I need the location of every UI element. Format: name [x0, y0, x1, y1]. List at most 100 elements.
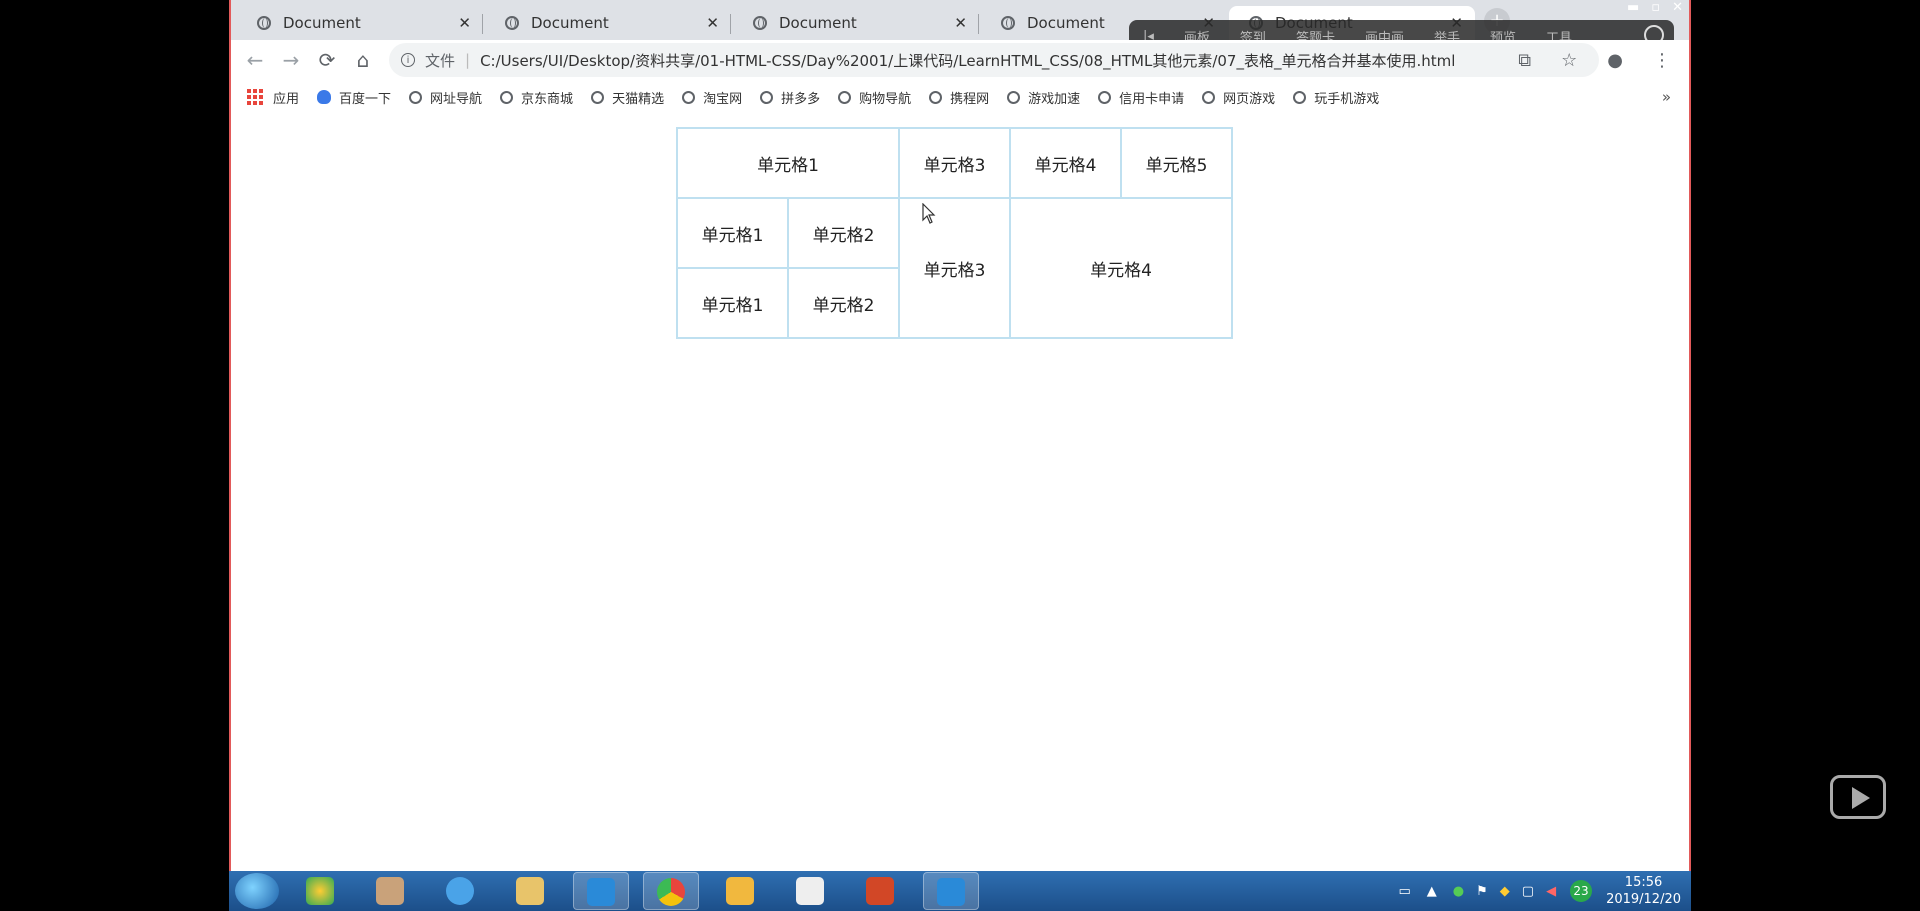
- globe-icon: [753, 16, 767, 30]
- maximize-icon[interactable]: ▫: [1651, 0, 1660, 15]
- forward-button[interactable]: →: [273, 48, 309, 72]
- browser-window: Document ✕ Document ✕ Document ✕ Documen…: [229, 0, 1691, 911]
- avatar-icon: [376, 877, 404, 905]
- account-icon[interactable]: ●: [1607, 50, 1623, 71]
- bookmark-baidu[interactable]: 百度一下: [317, 88, 391, 107]
- menu-icon[interactable]: ⋮: [1653, 50, 1671, 71]
- translate-icon[interactable]: ⧉: [1518, 50, 1531, 71]
- start-button[interactable]: [235, 873, 279, 909]
- table-cell: 单元格5: [1120, 127, 1233, 199]
- bookmark-label: 购物导航: [859, 91, 912, 107]
- bookmark-item[interactable]: 网址导航: [409, 88, 482, 107]
- table-cell: 单元格4: [1009, 127, 1122, 199]
- window-close-icon[interactable]: ✕: [1672, 0, 1683, 15]
- taskbar-app-explorer[interactable]: [503, 872, 559, 910]
- globe-icon: [500, 90, 514, 104]
- bookmark-label: 游戏加速: [1028, 91, 1081, 107]
- vscode-icon: [937, 878, 965, 906]
- folder-icon: [516, 877, 544, 905]
- window-controls: ▬ ▫ ✕: [1627, 0, 1683, 15]
- reload-button[interactable]: ⟳: [309, 48, 345, 72]
- bookmark-label: 百度一下: [339, 91, 392, 107]
- powerpoint-icon: [866, 877, 894, 905]
- tray-expand-icon[interactable]: ▲: [1427, 884, 1437, 899]
- minimize-icon[interactable]: ▬: [1627, 0, 1639, 15]
- close-icon[interactable]: ✕: [954, 14, 967, 32]
- home-button[interactable]: ⌂: [345, 48, 381, 72]
- globe-icon: [682, 90, 696, 104]
- taskbar-app-vscode-2[interactable]: [923, 872, 979, 910]
- play-logo-icon: [1830, 775, 1886, 819]
- url-text[interactable]: C:/Users/UI/Desktop/资料共享/01-HTML-CSS/Day…: [480, 50, 1455, 71]
- page-content: 单元格1 单元格3 单元格4 单元格5 单元格1 单元格2 单元格3 单元格4 …: [229, 114, 1691, 871]
- taskbar-app-chat[interactable]: [293, 872, 349, 910]
- bookmark-label: 拼多多: [781, 91, 821, 107]
- recording-frame-right: [1689, 0, 1691, 871]
- recording-frame-left: [229, 0, 231, 871]
- taskbar-app-powerpoint[interactable]: [853, 872, 909, 910]
- star-icon[interactable]: ☆: [1561, 50, 1577, 71]
- bookmark-item[interactable]: 拼多多: [760, 88, 820, 107]
- baidu-paw-icon: [317, 90, 332, 104]
- tab-document-2[interactable]: Document ✕: [485, 6, 731, 40]
- table-cell: 单元格2: [787, 267, 900, 339]
- close-icon[interactable]: ✕: [458, 14, 471, 32]
- table-cell: 单元格1: [676, 197, 789, 269]
- bookmark-item[interactable]: 信用卡申请: [1098, 88, 1184, 107]
- toolbar-icons: ⧉ ☆ ● ⋮: [1518, 50, 1671, 71]
- bookmark-item[interactable]: 京东商城: [500, 88, 573, 107]
- globe-icon: [1098, 90, 1112, 104]
- taskbar-app-calendar[interactable]: [713, 872, 769, 910]
- bookmark-apps[interactable]: 应用: [247, 88, 299, 107]
- keyboard-icon[interactable]: ▭: [1398, 884, 1410, 899]
- taskbar-app-typora[interactable]: [783, 872, 839, 910]
- bookmark-label: 信用卡申请: [1119, 91, 1185, 107]
- display-icon[interactable]: ▢: [1522, 884, 1534, 899]
- globe-icon: [409, 90, 423, 104]
- bookmark-item[interactable]: 携程网: [929, 88, 989, 107]
- bookmark-label: 应用: [273, 91, 300, 107]
- clock-date: 2019/12/20: [1606, 892, 1681, 907]
- table-cell: 单元格1: [676, 267, 789, 339]
- globe-icon: [1001, 16, 1015, 30]
- tab-document-3[interactable]: Document ✕: [733, 6, 979, 40]
- close-icon[interactable]: ✕: [706, 14, 719, 32]
- divider: |: [465, 51, 471, 69]
- globe-icon: [760, 90, 774, 104]
- taskbar-app-media[interactable]: [433, 872, 489, 910]
- security-icon[interactable]: ◆: [1500, 884, 1510, 899]
- info-icon[interactable]: i: [401, 53, 415, 67]
- bookmark-item[interactable]: 淘宝网: [682, 88, 742, 107]
- tab-document-1[interactable]: Document ✕: [237, 6, 483, 40]
- browser-toolbar: ← → ⟳ ⌂ i 文件 | C:/Users/UI/Desktop/资料共享/…: [229, 40, 1691, 80]
- tab-separator: [978, 14, 979, 34]
- taskbar-app-avatar[interactable]: [363, 872, 419, 910]
- clock[interactable]: 15:56 2019/12/20: [1606, 874, 1681, 908]
- volume-icon[interactable]: ◀: [1546, 884, 1556, 899]
- taskbar-app-chrome[interactable]: [643, 872, 699, 910]
- bookmark-item[interactable]: 游戏加速: [1007, 88, 1080, 107]
- bookmarks-overflow-button[interactable]: »: [1662, 88, 1671, 106]
- clock-time: 15:56: [1624, 875, 1663, 890]
- merged-cells-table: 单元格1 单元格3 单元格4 单元格5 单元格1 单元格2 单元格3 单元格4 …: [676, 127, 1233, 339]
- bookmark-item[interactable]: 购物导航: [838, 88, 911, 107]
- tray-badge[interactable]: 23: [1570, 880, 1593, 902]
- table-row: 单元格1 单元格2 单元格3 单元格4: [676, 197, 1233, 339]
- flag-icon[interactable]: ⚑: [1476, 884, 1488, 899]
- tab-title: Document: [1027, 14, 1105, 32]
- globe-icon: [1293, 90, 1307, 104]
- windows-taskbar: ▭ ▲ ● ⚑ ◆ ▢ ◀ 23 15:56 2019/12/20: [229, 871, 1691, 911]
- tab-title: Document: [779, 14, 857, 32]
- bookmark-item[interactable]: 天猫精选: [591, 88, 664, 107]
- network-icon[interactable]: ●: [1453, 884, 1464, 899]
- back-button[interactable]: ←: [237, 48, 273, 72]
- table-row: 单元格1 单元格3 单元格4 单元格5: [676, 127, 1233, 199]
- bookmark-label: 玩手机游戏: [1314, 91, 1380, 107]
- app-icon: [446, 877, 474, 905]
- app-icon: [306, 877, 334, 905]
- taskbar-app-vscode[interactable]: [573, 872, 629, 910]
- address-bar[interactable]: i 文件 | C:/Users/UI/Desktop/资料共享/01-HTML-…: [389, 43, 1599, 77]
- bookmark-item[interactable]: 网页游戏: [1202, 88, 1275, 107]
- bookmark-item[interactable]: 玩手机游戏: [1293, 88, 1379, 107]
- globe-icon: [929, 90, 943, 104]
